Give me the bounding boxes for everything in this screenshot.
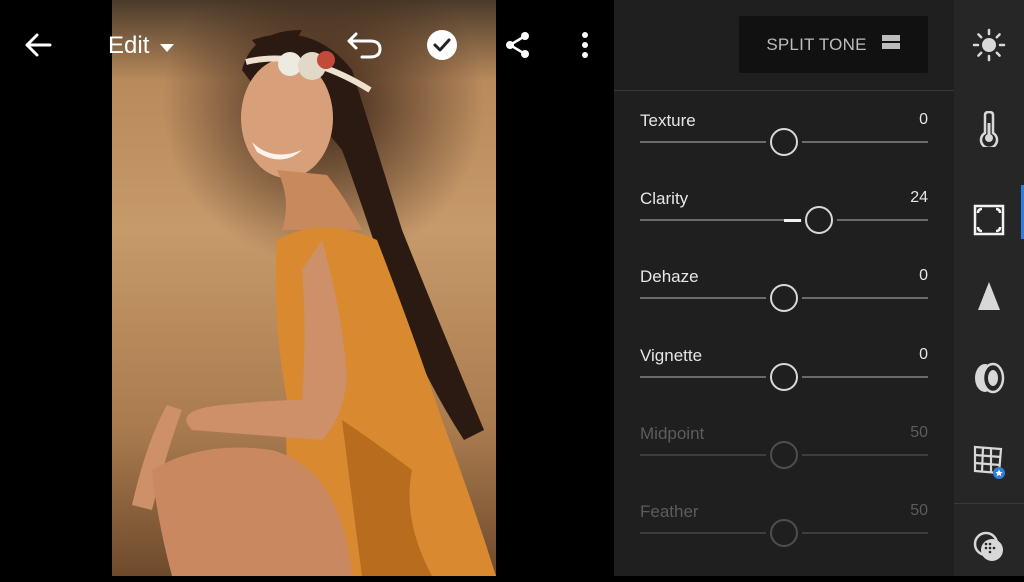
slider-value: 24 [910, 189, 928, 206]
more-vertical-icon[interactable] [565, 25, 605, 65]
split-tone-icon [881, 34, 901, 55]
panel-divider [614, 90, 954, 91]
back-arrow-icon[interactable] [18, 25, 58, 65]
slider-label: Midpoint [640, 424, 705, 443]
slider-texture[interactable]: Texture 0 [640, 111, 928, 171]
slider-value: 50 [910, 424, 928, 441]
slider-fill [784, 219, 805, 222]
optics-icon[interactable] [954, 343, 1024, 413]
slider-vignette[interactable]: Vignette 0 [640, 346, 928, 406]
effects-icon[interactable] [954, 185, 1024, 255]
slider-label: Feather [640, 502, 699, 521]
slider-thumb [770, 441, 798, 469]
slider-dehaze[interactable]: Dehaze 0 [640, 267, 928, 327]
detail-icon[interactable] [954, 261, 1024, 331]
slider-value: 50 [910, 502, 928, 519]
slider-midpoint: Midpoint 50 [640, 424, 928, 484]
slider-label: Vignette [640, 346, 703, 365]
color-temperature-icon[interactable] [954, 94, 1024, 164]
split-tone-label: SPLIT TONE [766, 34, 867, 54]
top-toolbar: Edit [0, 0, 614, 90]
slider-label: Clarity [640, 189, 689, 208]
slider-thumb[interactable] [770, 284, 798, 312]
split-tone-button[interactable]: SPLIT TONE [739, 16, 928, 73]
light-icon[interactable] [954, 10, 1024, 80]
undo-icon[interactable] [345, 25, 385, 65]
edit-mode-label: Edit [108, 32, 150, 59]
chevron-down-icon [159, 32, 175, 60]
slider-label: Dehaze [640, 267, 699, 286]
slider-label: Texture [640, 111, 696, 130]
slider-thumb [770, 519, 798, 547]
slider-clarity[interactable]: Clarity 24 [640, 189, 928, 249]
slider-value: 0 [919, 346, 928, 363]
slider-value: 0 [919, 267, 928, 284]
selective-mask-icon[interactable] [954, 512, 1024, 582]
checkmark-icon[interactable] [422, 25, 462, 65]
edit-tool-strip [954, 0, 1024, 576]
slider-thumb[interactable] [770, 363, 798, 391]
effects-panel: SPLIT TONE Texture 0 Clarity 24 Dehaze 0… [614, 0, 954, 576]
share-icon[interactable] [498, 25, 538, 65]
photo-canvas[interactable]: Edit [0, 0, 614, 576]
strip-divider [954, 503, 1024, 504]
slider-thumb[interactable] [804, 206, 833, 234]
edit-mode-menu[interactable]: Edit [108, 28, 175, 64]
slider-feather: Feather 50 [640, 502, 928, 562]
slider-thumb[interactable] [770, 128, 798, 156]
slider-value: 0 [919, 111, 928, 128]
geometry-icon[interactable] [954, 426, 1024, 496]
